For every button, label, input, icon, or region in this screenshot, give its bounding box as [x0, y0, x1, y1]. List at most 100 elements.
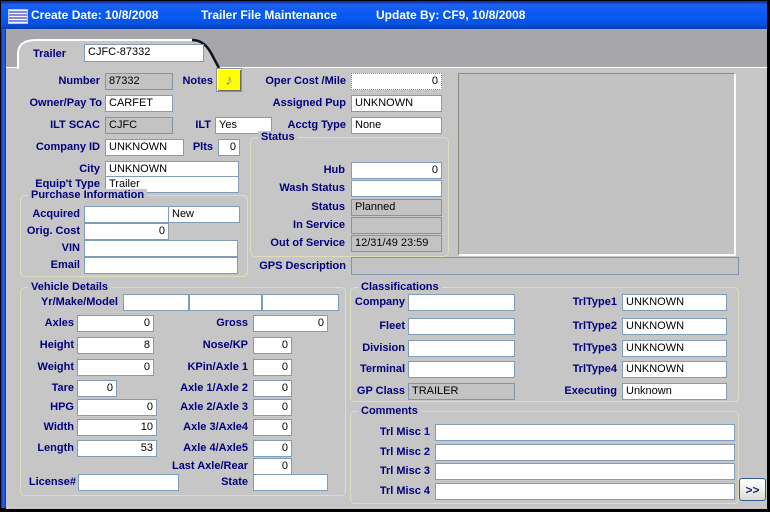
state-input[interactable] — [253, 474, 328, 491]
company-id-input[interactable]: UNKNOWN — [105, 139, 184, 156]
notes-button[interactable]: ♪ — [217, 69, 241, 91]
trltype2-input[interactable]: UNKNOWN — [622, 318, 727, 335]
company-id-label: Company ID — [20, 141, 100, 154]
trl-misc-4-label: Trl Misc 4 — [360, 485, 430, 498]
division-label: Division — [350, 342, 405, 355]
length-label: Length — [14, 442, 74, 455]
axle2-axle3-input[interactable]: 0 — [253, 399, 292, 416]
tare-label: Tare — [14, 382, 74, 395]
last-axle-rear-input[interactable]: 0 — [253, 458, 292, 475]
owner-pay-to-label: Owner/Pay To — [18, 97, 102, 110]
gp-class-field: TRAILER — [408, 383, 515, 400]
yr-input[interactable] — [123, 294, 189, 311]
trltype3-label: TrlType3 — [560, 342, 617, 355]
hpg-input[interactable]: 0 — [77, 399, 157, 416]
wash-status-input[interactable] — [351, 180, 442, 197]
plts-input[interactable]: 0 — [218, 139, 240, 156]
trltype3-input[interactable]: UNKNOWN — [622, 340, 727, 357]
fleet-input[interactable] — [408, 318, 515, 335]
weight-input[interactable]: 0 — [77, 359, 154, 376]
gps-description-label: GPS Description — [248, 260, 346, 273]
acquired-condition-input[interactable]: New — [168, 206, 240, 223]
height-input[interactable]: 8 — [77, 337, 154, 354]
gps-description-field — [351, 257, 739, 275]
gp-class-label: GP Class — [350, 385, 405, 398]
hub-label: Hub — [250, 164, 345, 177]
assigned-pup-input[interactable]: UNKNOWN — [351, 95, 442, 112]
number-label: Number — [20, 75, 100, 88]
classifications-group-title: Classifications — [358, 281, 442, 293]
ilt-scac-field: CJFC — [105, 117, 173, 134]
title-bar: Create Date: 10/8/2008 Trailer File Main… — [1, 1, 767, 29]
axle4-axle5-label: Axle 4/Axle5 — [158, 442, 248, 455]
trl-misc-4-input[interactable] — [435, 483, 735, 500]
division-input[interactable] — [408, 340, 515, 357]
width-label: Width — [14, 421, 74, 434]
terminal-input[interactable] — [408, 361, 515, 378]
orig-cost-label: Orig. Cost — [18, 225, 80, 238]
plts-label: Plts — [188, 141, 213, 154]
nose-kp-label: Nose/KP — [180, 339, 248, 352]
detail-display-panel — [458, 73, 736, 256]
number-field: 87332 — [105, 73, 173, 90]
vin-label: VIN — [20, 242, 80, 255]
trl-misc-2-input[interactable] — [435, 444, 735, 461]
kpin-axle1-label: KPin/Axle 1 — [168, 361, 248, 374]
axle4-axle5-input[interactable]: 0 — [253, 440, 292, 457]
trltype1-input[interactable]: UNKNOWN — [622, 294, 727, 311]
company-input[interactable] — [408, 294, 515, 311]
axles-input[interactable]: 0 — [77, 315, 154, 332]
vin-input[interactable] — [84, 240, 238, 257]
axle2-axle3-label: Axle 2/Axle 3 — [158, 401, 248, 414]
oper-cost-mile-label: Oper Cost /Mile — [250, 75, 346, 88]
notes-label: Notes — [170, 75, 213, 88]
model-input[interactable] — [262, 294, 339, 311]
status-group-title: Status — [258, 131, 298, 143]
last-axle-rear-label: Last Axle/Rear — [148, 460, 248, 473]
axles-label: Axles — [14, 317, 74, 330]
trailer-id-input[interactable]: CJFC-87332 — [84, 44, 204, 62]
axle1-axle2-input[interactable]: 0 — [253, 380, 292, 397]
app-icon — [8, 9, 28, 24]
make-input[interactable] — [189, 294, 262, 311]
vehicle-group-title: Vehicle Details — [28, 281, 111, 293]
hub-input[interactable]: 0 — [351, 162, 442, 179]
wash-status-label: Wash Status — [250, 182, 345, 195]
status-field: Planned — [351, 199, 442, 216]
tare-input[interactable]: 0 — [77, 380, 117, 397]
state-label: State — [180, 476, 248, 489]
gross-label: Gross — [180, 317, 248, 330]
hpg-label: HPG — [14, 401, 74, 414]
length-input[interactable]: 53 — [77, 440, 157, 457]
width-input[interactable]: 10 — [77, 419, 157, 436]
axle1-axle2-label: Axle 1/Axle 2 — [158, 382, 248, 395]
executing-input[interactable]: Unknown — [622, 383, 727, 400]
gross-input[interactable]: 0 — [253, 315, 328, 332]
kpin-axle1-input[interactable]: 0 — [253, 359, 292, 376]
trl-misc-2-label: Trl Misc 2 — [360, 446, 430, 459]
status-label: Status — [250, 201, 345, 214]
acctg-type-input[interactable]: None — [351, 117, 442, 134]
license-label: License# — [14, 476, 76, 489]
oper-cost-mile-input[interactable]: 0 — [351, 73, 442, 90]
orig-cost-input[interactable]: 0 — [84, 223, 169, 240]
fleet-label: Fleet — [350, 320, 405, 333]
email-input[interactable] — [84, 257, 238, 274]
axle3-axle4-input[interactable]: 0 — [253, 419, 292, 436]
trltype4-label: TrlType4 — [560, 363, 617, 376]
acquired-input[interactable] — [84, 206, 169, 223]
acquired-label: Acquired — [20, 208, 80, 221]
company-label: Company — [350, 296, 405, 309]
trailer-tab-label: Trailer — [33, 48, 66, 60]
trl-misc-3-input[interactable] — [435, 463, 735, 480]
owner-pay-to-input[interactable]: CARFET — [105, 95, 173, 112]
trl-misc-3-label: Trl Misc 3 — [360, 465, 430, 478]
axle3-axle4-label: Axle 3/Axle4 — [158, 421, 248, 434]
more-button[interactable]: >> — [739, 478, 766, 501]
nose-kp-input[interactable]: 0 — [253, 337, 292, 354]
license-input[interactable] — [78, 474, 179, 491]
trltype4-input[interactable]: UNKNOWN — [622, 361, 727, 378]
trl-misc-1-input[interactable] — [435, 424, 735, 441]
height-label: Height — [14, 339, 74, 352]
city-label: City — [20, 163, 100, 176]
